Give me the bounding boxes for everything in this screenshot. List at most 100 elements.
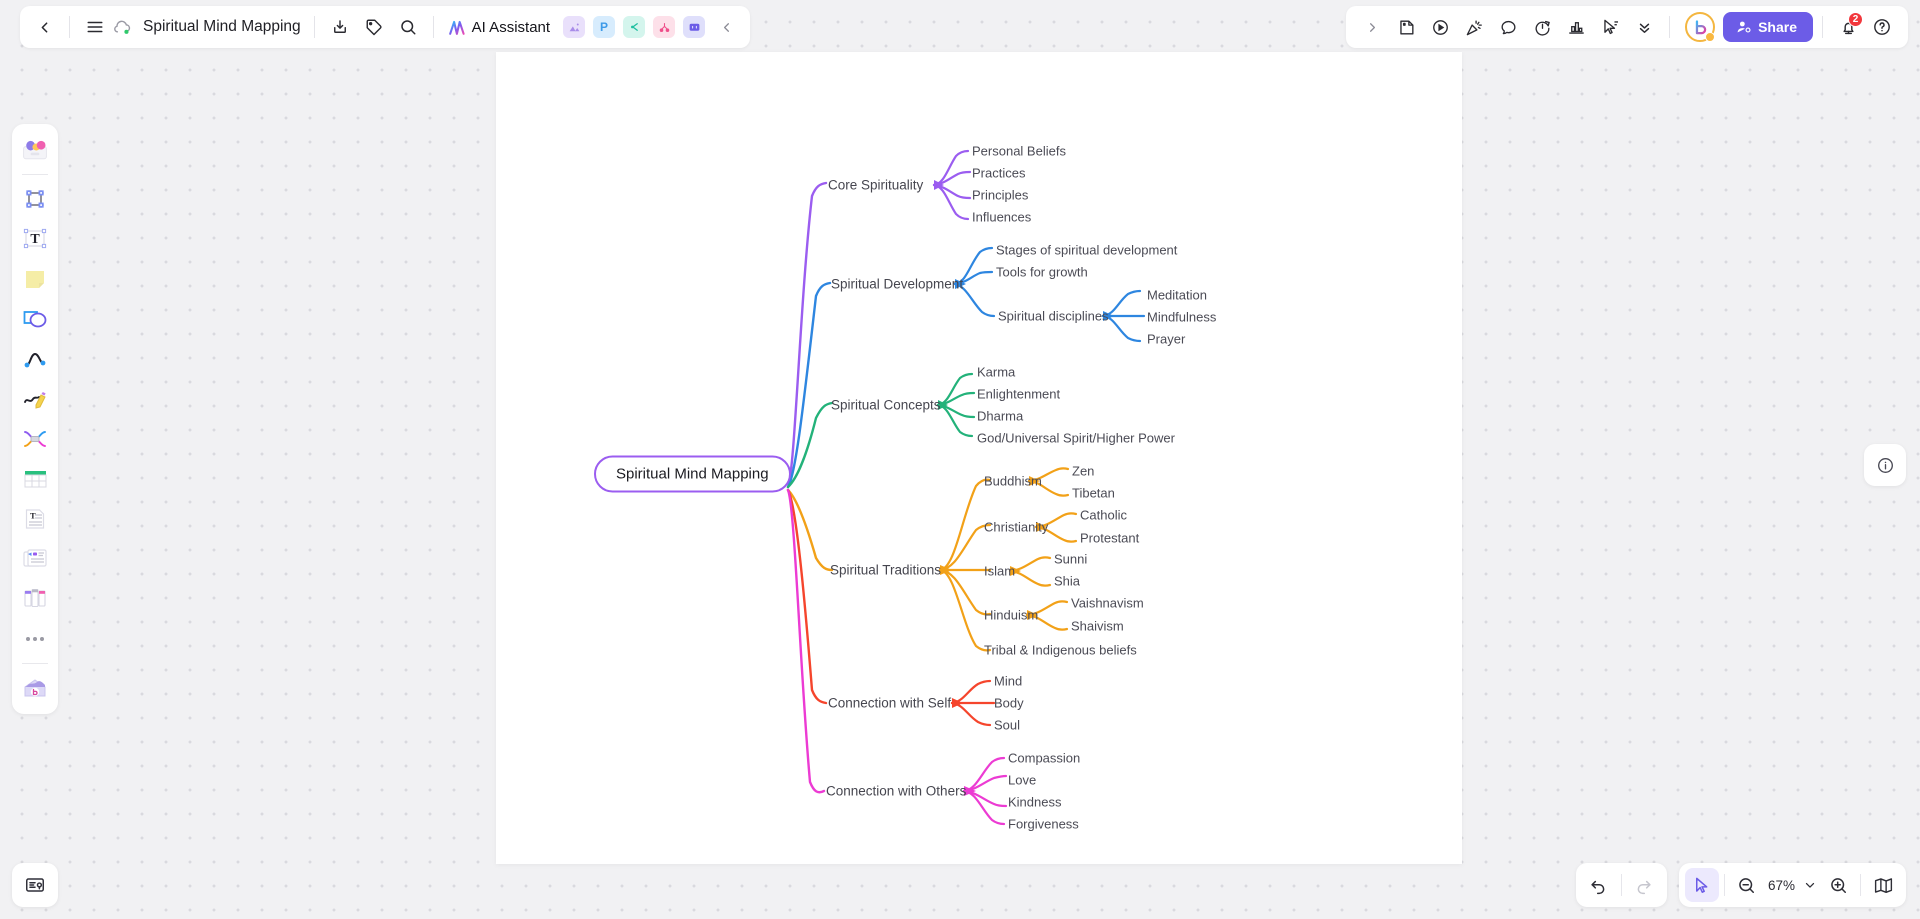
hamburger-menu-button[interactable] bbox=[79, 11, 111, 43]
mindmap-node-tibetan[interactable]: Tibetan bbox=[1072, 486, 1115, 501]
sidebar-tool-card[interactable] bbox=[16, 540, 54, 578]
mindmap-node-sunni[interactable]: Sunni bbox=[1054, 552, 1087, 567]
sidebar-tool-shapes[interactable] bbox=[16, 300, 54, 338]
search-icon[interactable] bbox=[392, 11, 424, 43]
user-avatar[interactable] bbox=[1685, 12, 1716, 42]
collapse-toolbar-button[interactable] bbox=[710, 11, 742, 43]
cursor-select-icon[interactable] bbox=[1594, 11, 1626, 43]
share-label: Share bbox=[1758, 19, 1797, 35]
mindmap-node-karma[interactable]: Karma bbox=[977, 365, 1015, 380]
mindmap-node-spiritual-disciplines[interactable]: Spiritual disciplines bbox=[998, 309, 1109, 324]
document-title[interactable]: Spiritual Mind Mapping bbox=[139, 18, 305, 36]
redo-icon[interactable] bbox=[1627, 868, 1661, 902]
mindmap-node-connection-with-others[interactable]: Connection with Others bbox=[826, 784, 966, 799]
sidebar-tool-connector[interactable] bbox=[16, 340, 54, 378]
mindmap-node-kindness[interactable]: Kindness bbox=[1008, 795, 1061, 810]
zoom-level-label[interactable]: 67% bbox=[1764, 878, 1799, 893]
minimap-icon[interactable] bbox=[1866, 868, 1900, 902]
sidebar-tool-sticky-note[interactable] bbox=[16, 260, 54, 298]
mindmap-node-protestant[interactable]: Protestant bbox=[1080, 531, 1139, 546]
mindmap-node-dharma[interactable]: Dharma bbox=[977, 409, 1023, 424]
sidebar-tool-pen[interactable] bbox=[16, 380, 54, 418]
zoom-out-icon[interactable] bbox=[1730, 868, 1764, 902]
mindmap-app-icon[interactable] bbox=[623, 16, 646, 38]
sidebar-tool-mindmap[interactable] bbox=[16, 420, 54, 458]
mindmap-node-prayer[interactable]: Prayer bbox=[1147, 332, 1185, 347]
share-button[interactable]: Share bbox=[1723, 12, 1813, 42]
image-app-icon[interactable] bbox=[563, 16, 586, 38]
divider bbox=[1822, 16, 1823, 38]
mindmap-node-meditation[interactable]: Meditation bbox=[1147, 288, 1207, 303]
top-toolbar: Spiritual Mind Mapping AI Assistant P bbox=[20, 6, 751, 48]
timer-icon[interactable] bbox=[1526, 11, 1558, 43]
mindmap-node-spiritual-concepts[interactable]: Spiritual Concepts bbox=[831, 398, 941, 413]
mindmap-node-compassion[interactable]: Compassion bbox=[1008, 751, 1080, 766]
mindmap-node-catholic[interactable]: Catholic bbox=[1080, 508, 1127, 523]
sidebar-tool-kanban[interactable] bbox=[16, 580, 54, 618]
download-icon[interactable] bbox=[324, 11, 356, 43]
help-circle-icon[interactable] bbox=[1866, 11, 1898, 43]
mindmap-node-vaishnavism[interactable]: Vaishnavism bbox=[1071, 596, 1144, 611]
mindmap-node-influences[interactable]: Influences bbox=[972, 210, 1031, 225]
sidebar-tool-document[interactable]: T bbox=[16, 500, 54, 538]
sidebar-tool-frame[interactable] bbox=[16, 180, 54, 218]
chevron-double-down-icon[interactable] bbox=[1628, 11, 1660, 43]
mindmap-node-mindfulness[interactable]: Mindfulness bbox=[1147, 310, 1216, 325]
mindmap-node-christianity[interactable]: Christianity bbox=[984, 520, 1048, 535]
mindmap-node-tools-for-growth[interactable]: Tools for growth bbox=[996, 265, 1088, 280]
ai-assistant-button[interactable]: AI Assistant bbox=[443, 18, 558, 37]
mindmap-node-stages-of-spiritual-development[interactable]: Stages of spiritual development bbox=[996, 243, 1177, 258]
mindmap-node-spiritual-traditions[interactable]: Spiritual Traditions bbox=[830, 563, 941, 578]
back-button[interactable] bbox=[28, 11, 60, 43]
mindmap-node-principles[interactable]: Principles bbox=[972, 188, 1028, 203]
presentation-app-icon[interactable]: P bbox=[593, 16, 616, 38]
mindmap-node-soul[interactable]: Soul bbox=[994, 718, 1020, 733]
mindmap-node-spiritual-development[interactable]: Spiritual Development bbox=[831, 277, 963, 292]
cloud-sync-icon bbox=[113, 18, 132, 37]
mindmap-node-love[interactable]: Love bbox=[1008, 773, 1036, 788]
ai-sparkle-icon bbox=[447, 18, 466, 37]
history-controls bbox=[1575, 863, 1667, 907]
info-circle-button[interactable] bbox=[1864, 444, 1906, 486]
sidebar-tool-templates[interactable] bbox=[16, 131, 54, 169]
divider bbox=[1620, 874, 1622, 896]
mindmap-node-practices[interactable]: Practices bbox=[972, 166, 1025, 181]
notes-panel-button[interactable] bbox=[12, 863, 58, 907]
sidebar-tool-table[interactable] bbox=[16, 460, 54, 498]
chat-app-icon[interactable] bbox=[683, 16, 706, 38]
expand-toolbar-button[interactable] bbox=[1356, 11, 1388, 43]
zoom-in-icon[interactable] bbox=[1821, 868, 1855, 902]
mindmap-node-body[interactable]: Body bbox=[994, 696, 1024, 711]
sidebar-tool-more[interactable] bbox=[16, 620, 54, 658]
notification-badge: 2 bbox=[1848, 12, 1863, 27]
flowchart-app-icon[interactable] bbox=[653, 16, 676, 38]
sidebar-tool-text[interactable]: T bbox=[16, 220, 54, 258]
comment-icon[interactable] bbox=[1492, 11, 1524, 43]
undo-icon[interactable] bbox=[1582, 868, 1616, 902]
mindmap-node-personal-beliefs[interactable]: Personal Beliefs bbox=[972, 144, 1066, 159]
sidebar-tool-upload[interactable] bbox=[16, 669, 54, 707]
tag-icon[interactable] bbox=[358, 11, 390, 43]
mindmap-node-shaivism[interactable]: Shaivism bbox=[1071, 619, 1124, 634]
mindmap-node-zen[interactable]: Zen bbox=[1072, 464, 1094, 479]
mindmap-node-tribal-indigenous-beliefs[interactable]: Tribal & Indigenous beliefs bbox=[984, 643, 1137, 658]
sticker-icon[interactable] bbox=[1390, 11, 1422, 43]
celebrate-icon[interactable] bbox=[1458, 11, 1490, 43]
mindmap-node-mind[interactable]: Mind bbox=[994, 674, 1022, 689]
cursor-pointer-icon[interactable] bbox=[1684, 868, 1719, 902]
notification-bell-icon[interactable]: 2 bbox=[1832, 11, 1864, 43]
mindmap-node-hinduism[interactable]: Hinduism bbox=[984, 608, 1038, 623]
mindmap-node-buddhism[interactable]: Buddhism bbox=[984, 474, 1042, 489]
mindmap-node-shia[interactable]: Shia bbox=[1054, 574, 1080, 589]
mindmap-node-core-spirituality[interactable]: Core Spirituality bbox=[828, 178, 923, 193]
mindmap-node-islam[interactable]: Islam bbox=[984, 564, 1015, 579]
chart-icon[interactable] bbox=[1560, 11, 1592, 43]
mindmap-node-connection-with-self[interactable]: Connection with Self bbox=[828, 696, 951, 711]
chevron-down-icon[interactable] bbox=[1799, 868, 1821, 902]
play-circle-icon[interactable] bbox=[1424, 11, 1456, 43]
divider bbox=[69, 16, 70, 38]
mindmap-root-node[interactable]: Spiritual Mind Mapping bbox=[594, 455, 791, 493]
mindmap-node-god-universal-spirit-higher-power[interactable]: God/Universal Spirit/Higher Power bbox=[977, 431, 1175, 446]
mindmap-node-forgiveness[interactable]: Forgiveness bbox=[1008, 817, 1079, 832]
mindmap-node-enlightenment[interactable]: Enlightenment bbox=[977, 387, 1060, 402]
